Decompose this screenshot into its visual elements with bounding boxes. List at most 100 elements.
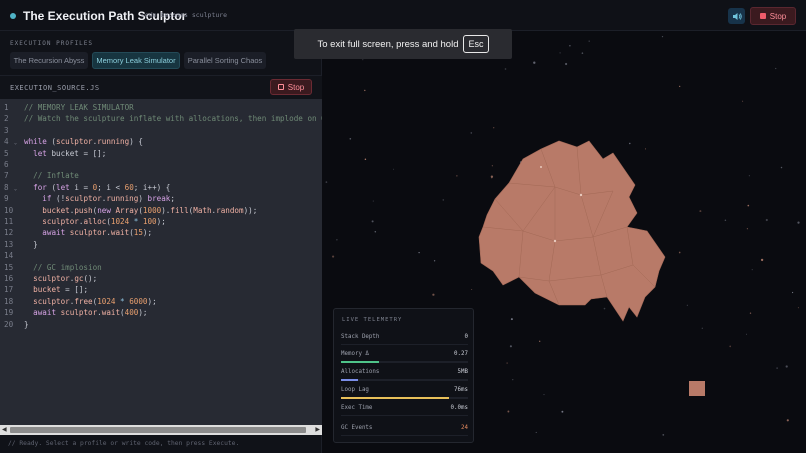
source-stop-label: Stop <box>287 82 305 92</box>
star <box>510 318 513 321</box>
line-number: 2 <box>4 114 9 124</box>
code-token: while <box>24 137 47 147</box>
code-line[interactable]: 4 ⌄ while (sculptor.running) { <box>0 136 322 147</box>
line-number: 12 <box>4 228 14 238</box>
code-token: // Inflate <box>24 171 79 181</box>
global-stop-button[interactable]: Stop <box>750 7 796 25</box>
star <box>792 291 794 294</box>
star <box>661 36 664 38</box>
code-token: push <box>74 205 93 215</box>
code-token: ; i++) { <box>133 182 171 192</box>
star <box>561 410 564 413</box>
star <box>374 231 377 233</box>
profile-tab-recursion-abyss[interactable]: The Recursion Abyss <box>10 52 88 69</box>
code-line[interactable]: 15 // GC implosion <box>0 262 322 273</box>
code-token: 1000 <box>142 205 162 215</box>
code-token: } <box>24 239 38 249</box>
code-token: wait <box>110 228 130 238</box>
star <box>751 269 753 271</box>
code-line[interactable]: 14 <box>0 250 322 261</box>
code-token: sculptor <box>65 194 102 204</box>
code-line[interactable]: 5 let bucket = []; <box>0 148 322 159</box>
metric-label: GC Events <box>341 425 373 431</box>
code-token: sculptor <box>69 228 107 238</box>
code-text: // GC implosion <box>24 262 102 273</box>
code-text: let bucket = []; <box>24 148 106 159</box>
star <box>362 59 364 61</box>
line-number: 18 <box>4 296 14 306</box>
code-line[interactable]: 8 ⌄ for (let i = 0; i < 60; i++) { <box>0 182 322 193</box>
code-token: running <box>97 137 130 147</box>
star <box>699 210 702 213</box>
code-line[interactable]: 2 // Watch the sculpture inflate with all… <box>0 113 322 124</box>
code-editor[interactable]: 1 // MEMORY LEAK SIMULATOR 2 // Watch the s… <box>0 99 322 425</box>
star <box>325 181 328 183</box>
fullscreen-notice: To exit full screen, press and hold Esc <box>294 29 512 59</box>
code-line[interactable]: 12 await sculptor.wait(15); <box>0 227 322 238</box>
scrollbar-thumb[interactable] <box>10 427 306 433</box>
star <box>364 158 367 160</box>
star <box>629 142 631 145</box>
code-token: bucket = []; <box>46 148 107 158</box>
line-number: 15 <box>4 262 14 272</box>
code-token: new <box>97 205 111 215</box>
code-text: await sculptor.wait(15); <box>24 227 152 238</box>
code-token: sculptor <box>42 217 79 226</box>
star <box>539 340 541 342</box>
editor-horizontal-scrollbar[interactable]: ◀ ▶ <box>0 425 322 435</box>
code-token: ( <box>46 182 57 192</box>
esc-key-hint: Esc <box>463 35 489 53</box>
code-line[interactable]: 16 sculptor.gc(); <box>0 273 322 284</box>
star <box>535 431 537 433</box>
scroll-right-icon[interactable]: ▶ <box>315 426 320 433</box>
code-line[interactable]: 17 bucket = []; <box>0 284 322 295</box>
code-token: ) <box>138 194 148 204</box>
code-token: i = <box>69 182 93 192</box>
speaker-icon <box>732 12 742 20</box>
code-line[interactable]: 20} <box>0 319 322 330</box>
code-token: ; i < <box>97 182 125 192</box>
star <box>748 175 750 177</box>
line-number: 20 <box>4 319 14 329</box>
source-toolbar: EXECUTION_SOURCE.JS Stop <box>0 75 322 99</box>
code-line[interactable]: 10 bucket.push(new Array(1000).fill(Math… <box>0 205 322 216</box>
code-token: 6000 <box>129 296 148 306</box>
star <box>371 220 374 223</box>
code-line[interactable]: 7 // Inflate <box>0 170 322 181</box>
sound-toggle-button[interactable] <box>728 8 745 24</box>
code-token: (! <box>51 194 66 204</box>
code-line[interactable]: 3 <box>0 125 322 136</box>
line-number: 13 <box>4 239 14 249</box>
code-token: 1024 <box>97 296 116 306</box>
code-token: ; <box>170 194 175 204</box>
code-token: 1024 <box>110 217 130 226</box>
star <box>776 367 778 369</box>
code-token: sculptor <box>33 296 70 306</box>
code-line[interactable]: 6 <box>0 159 322 170</box>
code-line[interactable]: 13 } <box>0 239 322 250</box>
star <box>644 148 647 150</box>
telemetry-metric: GC Events 24 <box>341 425 468 439</box>
code-line[interactable]: 9 if (!sculptor.running) break; <box>0 193 322 204</box>
profile-tab-parallel-sorting[interactable]: Parallel Sorting Chaos <box>184 52 266 69</box>
code-line[interactable]: 18 sculptor.free(1024 * 6000); <box>0 296 322 307</box>
code-token: sculptor <box>33 274 70 283</box>
code-token: 15 <box>133 228 143 238</box>
code-line[interactable]: 19 await sculptor.wait(400); <box>0 307 322 318</box>
stop-square-icon <box>277 84 284 90</box>
scroll-left-icon[interactable]: ◀ <box>2 426 7 433</box>
metric-label: Memory Δ <box>341 351 369 357</box>
profile-tab-memory-leak[interactable]: Memory Leak Simulator <box>92 52 180 69</box>
code-token: ); <box>142 228 153 238</box>
star <box>775 67 777 70</box>
code-line[interactable]: 1 // MEMORY LEAK SIMULATOR <box>0 102 322 113</box>
line-number: 14 <box>4 251 14 261</box>
star <box>678 251 681 254</box>
line-number: 5 <box>4 148 9 158</box>
metric-divider <box>341 415 468 416</box>
star <box>786 419 789 422</box>
star <box>765 218 768 222</box>
code-line[interactable]: 11 sculptor.alloc(1024 * 100); <box>0 216 322 227</box>
source-stop-button[interactable]: Stop <box>270 79 312 95</box>
